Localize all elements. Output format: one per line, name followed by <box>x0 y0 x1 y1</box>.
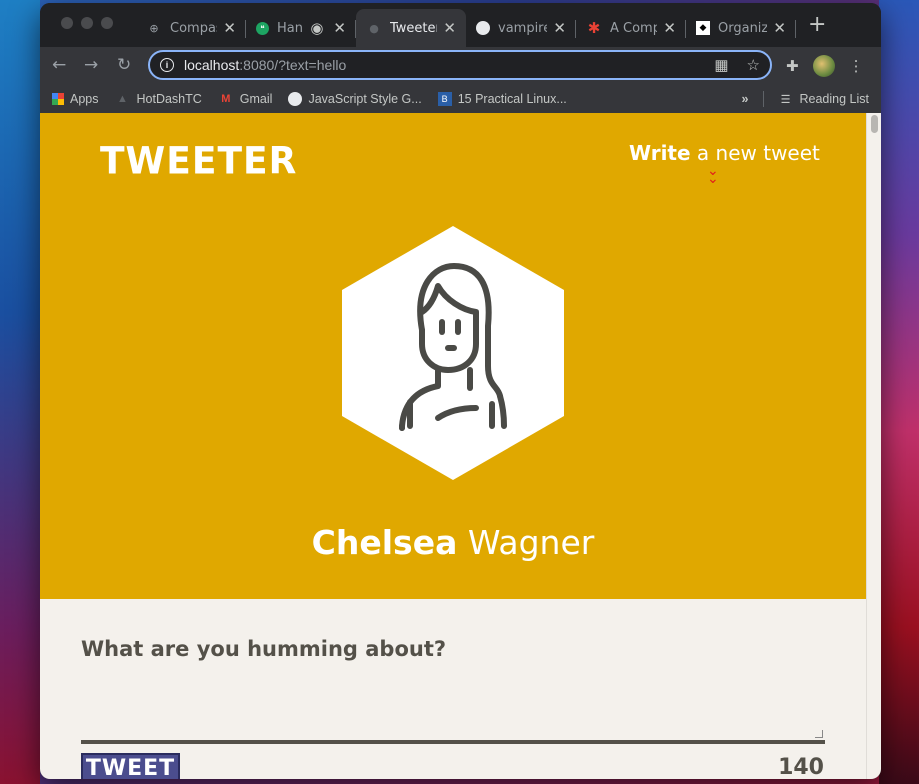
tab-title: Organiz <box>718 20 768 36</box>
back-icon[interactable]: ← <box>52 55 66 75</box>
tab-tweeter[interactable]: ● Tweeter ✕ <box>356 9 466 47</box>
bookmark-label: Apps <box>70 91 99 106</box>
close-icon[interactable]: ✕ <box>443 19 456 37</box>
bookmarks-bar: Apps ▲ HotDashTC M Gmail JavaScript Styl… <box>40 83 881 115</box>
resize-grip-icon[interactable] <box>815 730 823 738</box>
tab-strip: ⊕ Compas ✕ ❝ Han ◉ ✕ ● Tweeter ✕ vampire… <box>40 3 881 47</box>
hotdash-icon: ▲ <box>117 92 128 105</box>
bookmark-js-style[interactable]: JavaScript Style G... <box>288 91 422 106</box>
bookmark-star-icon[interactable]: ☆ <box>747 56 760 74</box>
compose-label: What are you humming about? <box>81 637 447 661</box>
url-host: localhost <box>184 57 240 73</box>
character-counter: 140 <box>778 755 824 779</box>
github-icon <box>288 91 303 106</box>
tab-title: Tweeter <box>390 20 438 36</box>
tab-organiz[interactable]: ◆ Organiz ✕ <box>686 9 796 47</box>
avatar-image <box>342 226 564 480</box>
brand-logo: TWEETER <box>100 139 298 184</box>
write-bold-text: Write <box>629 141 691 165</box>
close-icon[interactable]: ✕ <box>223 19 236 37</box>
desktop-wallpaper-left <box>0 0 40 784</box>
tweet-button[interactable]: TWEET <box>81 753 180 779</box>
omnibox-actions: ▦ ☆ <box>714 56 760 74</box>
tab-title: Compas <box>170 20 218 36</box>
apps-grid-icon <box>52 92 64 105</box>
audio-playing-icon: ◉ <box>310 19 324 37</box>
profile-avatar[interactable] <box>812 55 835 77</box>
bookmark-hotdashtc[interactable]: ▲ HotDashTC <box>115 91 202 107</box>
asterisk-icon: ✱ <box>587 19 601 37</box>
bookmarks-right: » ☰ Reading List <box>742 91 869 107</box>
forward-icon[interactable]: → <box>84 55 98 75</box>
tab-title: A Comp <box>610 20 658 36</box>
tab-list: ⊕ Compas ✕ ❝ Han ◉ ✕ ● Tweeter ✕ vampire… <box>136 9 796 47</box>
site-info-icon[interactable]: i <box>160 58 174 72</box>
extensions-puzzle-icon[interactable]: ✚ <box>786 57 799 75</box>
double-chevron-down-icon[interactable]: ⌄ ⌄ <box>707 164 719 186</box>
tab-title: vampire <box>498 20 548 36</box>
menu-kebab-icon[interactable]: ⋮ <box>849 57 864 75</box>
write-new-tweet-link[interactable]: Write a new tweet ⌄ ⌄ <box>629 141 820 186</box>
last-name: Wagner <box>457 523 595 562</box>
toolbar: ← → ↻ i localhost:8080/?text=hello ▦ ☆ ✚… <box>40 47 881 83</box>
minimize-window-button[interactable] <box>81 17 93 29</box>
bookmark-label: 15 Practical Linux... <box>457 91 567 106</box>
profile-name: Chelsea Wagner <box>40 523 866 562</box>
toolbar-actions: ✚ ⋮ <box>786 55 864 77</box>
reading-list-button[interactable]: ☰ Reading List <box>778 91 870 107</box>
bookmark-linux[interactable]: B 15 Practical Linux... <box>437 91 567 106</box>
tab-a-comp[interactable]: ✱ A Comp ✕ <box>576 9 686 47</box>
compass-icon: ⊕ <box>149 21 159 35</box>
scrollbar-thumb[interactable] <box>871 115 878 133</box>
tab-compass[interactable]: ⊕ Compas ✕ <box>136 9 246 47</box>
github-icon <box>476 21 490 35</box>
reload-icon[interactable]: ↻ <box>117 55 131 75</box>
org-icon: ◆ <box>696 21 710 35</box>
bookmark-gmail[interactable]: M Gmail <box>218 91 273 107</box>
url-path: :8080/?text=hello <box>239 57 347 73</box>
qr-code-icon[interactable]: ▦ <box>714 56 728 74</box>
tab-vampire[interactable]: vampire ✕ <box>466 9 576 47</box>
page-viewport: TWEETER Write a new tweet ⌄ ⌄ Chelsea Wa… <box>40 113 866 779</box>
close-icon[interactable]: ✕ <box>663 19 676 37</box>
tab-hangouts[interactable]: ❝ Han ◉ ✕ <box>246 9 356 47</box>
avatar-hexagon <box>342 226 564 480</box>
close-icon[interactable]: ✕ <box>333 19 346 37</box>
bookmark-label: Gmail <box>239 91 273 106</box>
reading-list-icon: ☰ <box>780 93 791 106</box>
zoom-window-button[interactable] <box>101 17 113 29</box>
linux-icon: B <box>437 91 452 106</box>
bookmark-label: JavaScript Style G... <box>308 91 422 106</box>
browser-window: ⊕ Compas ✕ ❝ Han ◉ ✕ ● Tweeter ✕ vampire… <box>40 3 881 779</box>
reading-list-label: Reading List <box>799 92 870 106</box>
bookmark-label: HotDashTC <box>136 91 202 106</box>
bookmark-apps[interactable]: Apps <box>52 92 99 106</box>
profile-header: TWEETER Write a new tweet ⌄ ⌄ Chelsea Wa… <box>40 113 866 599</box>
desktop-wallpaper-right <box>879 0 919 784</box>
tweet-textarea[interactable] <box>81 685 825 744</box>
address-bar[interactable]: i localhost:8080/?text=hello ▦ ☆ <box>148 50 772 80</box>
divider <box>762 91 764 107</box>
window-controls <box>61 17 113 29</box>
page-scrollbar[interactable] <box>866 113 881 779</box>
close-icon[interactable]: ✕ <box>773 19 786 37</box>
write-rest-text: a new tweet <box>690 141 820 165</box>
close-window-button[interactable] <box>61 17 73 29</box>
new-tab-button[interactable]: + <box>808 14 826 36</box>
hangouts-icon: ❝ <box>256 21 269 35</box>
first-name: Chelsea <box>311 523 458 562</box>
tab-title: Han <box>277 20 303 36</box>
bookmarks-overflow-icon[interactable]: » <box>742 92 749 106</box>
globe-icon: ● <box>369 21 379 35</box>
gmail-icon: M <box>221 92 231 105</box>
compose-section: What are you humming about? TWEET 140 <box>40 599 866 779</box>
close-icon[interactable]: ✕ <box>553 19 566 37</box>
